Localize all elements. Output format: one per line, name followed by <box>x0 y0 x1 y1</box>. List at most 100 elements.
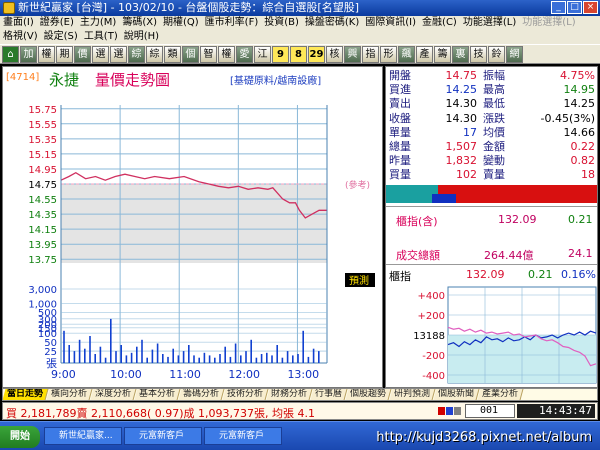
analysis-tab-bar: 當日走勢 橫向分析 深度分析 基本分析 籌碼分析 技術分析 財務分析 行事曆 個股趨勢 研判預測個… <box>2 388 598 401</box>
menu-item-row1-9[interactable]: 金融(C) <box>422 17 457 28</box>
toolbar-button-15[interactable]: 9 <box>272 45 289 63</box>
toolbar-button-21[interactable]: 形 <box>380 45 397 63</box>
toolbar-button-24[interactable]: 籌 <box>434 45 451 63</box>
menu-item-row1-11: 功能選擇(L) <box>522 17 576 28</box>
menu-item-row1-6[interactable]: 投資(B) <box>264 17 299 28</box>
toolbar-button-8[interactable]: 綜 <box>146 45 163 63</box>
quote-label-6: 昨量 <box>389 154 411 168</box>
mid-bar <box>432 194 456 203</box>
toolbar-button-0[interactable]: ⌂ <box>2 45 19 63</box>
toolbar-button-18[interactable]: 核 <box>326 45 343 63</box>
toolbar-button-6[interactable]: 選 <box>110 45 127 63</box>
toolbar-button-27[interactable]: 鈴 <box>488 45 505 63</box>
quote-panel: 開盤 14.75 振幅 4.75% 買進 14.25 最高 14.95 賣出 14.30 最低 14.… <box>385 66 598 388</box>
tab-label-8: 個股趨勢 <box>350 389 387 399</box>
mini-index-pct: 0.16% <box>561 268 596 281</box>
quote-label-4: 單量 <box>389 125 411 139</box>
tab-label-5: 技術分析 <box>227 389 264 399</box>
toolbar-button-3[interactable]: 期 <box>56 45 73 63</box>
turnover-value: 264.44億 <box>484 249 534 262</box>
price-tick-1: 15.55 <box>28 120 57 131</box>
toolbar-button-5[interactable]: 選 <box>92 45 109 63</box>
menu-item-row1-5[interactable]: 匯市利率(F) <box>205 17 259 28</box>
start-button[interactable]: 開始 <box>0 426 40 448</box>
quote-table: 開盤 14.75 振幅 4.75% 買進 14.25 最高 14.95 賣出 14.30 最低 14.… <box>386 69 597 183</box>
toolbar-button-11[interactable]: 智 <box>200 45 217 63</box>
quote-value2-4: 14.66 <box>563 125 596 139</box>
toolbar-button-26[interactable]: 技 <box>470 45 487 63</box>
tab-5[interactable]: 技術分析 <box>222 389 269 400</box>
menu-item-row1-3[interactable]: 籌碼(X) <box>122 17 157 28</box>
tab-9[interactable]: 研判預測 <box>389 389 436 400</box>
quote-label-2: 賣出 <box>389 97 411 111</box>
tab-label-10: 個股新聞 <box>438 389 475 399</box>
quote-value2-1: 14.95 <box>563 83 596 97</box>
tab-8[interactable]: 個股趨勢 <box>345 389 392 400</box>
market-summary-text: 買 2,181,789賣 2,110,668( 0.97)成 1,093,737… <box>6 407 315 420</box>
menu-item-row2-3[interactable]: 說明(H) <box>124 31 159 42</box>
windows-taskbar: 開始 新世紀贏家... 元富新客戶 元富新客戶 http://kujd3268.… <box>0 421 600 450</box>
quote-value-0: 14.75 <box>445 69 478 82</box>
toolbar-button-19[interactable]: 興 <box>344 45 361 63</box>
toolbar-button-2[interactable]: 權 <box>38 45 55 63</box>
tab-1[interactable]: 橫向分析 <box>46 389 93 400</box>
price-tick-3: 15.15 <box>28 150 57 161</box>
page-number-field[interactable]: 001 <box>465 404 515 418</box>
quote-row-1: 買進 14.25 最高 14.95 <box>386 83 597 97</box>
menu-item-row1-0[interactable]: 畫面(I) <box>3 17 34 28</box>
close-button[interactable]: × <box>583 1 598 14</box>
quote-label2-4: 均價 <box>483 125 505 139</box>
menu-item-row2-1[interactable]: 設定(S) <box>44 31 78 42</box>
menu-item-row1-2[interactable]: 主力(M) <box>80 17 116 28</box>
quote-row-5: 總量 1,507 金額 0.22 <box>386 139 597 154</box>
x-tick-1: 10:00 <box>110 368 142 381</box>
tab-10[interactable]: 個股新聞 <box>433 389 480 400</box>
minimize-button[interactable]: _ <box>551 1 566 14</box>
maximize-button[interactable]: □ <box>567 1 582 14</box>
taskbar-item-3[interactable]: 元富新客戶 <box>204 427 282 445</box>
tab-label-1: 橫向分析 <box>51 389 88 399</box>
toolbar-button-4[interactable]: 價 <box>74 45 91 63</box>
menu-item-row2-2[interactable]: 工具(T) <box>84 31 118 42</box>
tab-2[interactable]: 深度分析 <box>90 389 137 400</box>
quote-value2-3: -0.45(3%) <box>540 111 596 125</box>
quote-value2-6: 0.82 <box>570 154 596 168</box>
menu-item-row1-1[interactable]: 證券(E) <box>40 17 74 28</box>
toolbar-button-9[interactable]: 類 <box>164 45 181 63</box>
toolbar-button-10[interactable]: 個 <box>182 45 199 63</box>
toolbar-button-23[interactable]: 產 <box>416 45 433 63</box>
tab-6[interactable]: 財務分析 <box>266 389 313 400</box>
toolbar-button-25[interactable]: 裏 <box>452 45 469 63</box>
toolbar-button-7[interactable]: 綜 <box>128 45 145 63</box>
prediction-button[interactable]: 預測 <box>349 274 369 287</box>
quote-label2-0: 振幅 <box>483 69 505 82</box>
menu-item-row1-4[interactable]: 期權(Q) <box>163 17 199 28</box>
menu-item-row1-8[interactable]: 國際資訊(I) <box>365 17 416 28</box>
menu-bar: 畫面(I) 證券(E) 主力(M) 籌碼(X) 期權(Q) 匯市利率(F) 投資(B) 操盤密… <box>0 16 600 44</box>
toolbar-button-13[interactable]: 愛 <box>236 45 253 63</box>
tab-4[interactable]: 籌碼分析 <box>178 389 225 400</box>
quote-value-5: 1,507 <box>445 139 478 153</box>
volume-unit: 張 <box>46 357 57 370</box>
menu-item-row1-7[interactable]: 操盤密碼(K) <box>305 17 359 28</box>
toolbar-button-17[interactable]: 29 <box>308 45 325 63</box>
tab-0[interactable]: 當日走勢 <box>3 389 49 400</box>
toolbar-button-20[interactable]: 指 <box>362 45 379 63</box>
toolbar-button-16[interactable]: 8 <box>290 45 307 63</box>
taskbar-item-2[interactable]: 元富新客戶 <box>124 427 202 445</box>
toolbar-button-14[interactable]: 江 <box>254 45 271 63</box>
toolbar-button-12[interactable]: 權 <box>218 45 235 63</box>
tab-11[interactable]: 產業分析 <box>477 389 524 400</box>
toolbar-button-1[interactable]: 加 <box>20 45 37 63</box>
taskbar-item-1[interactable]: 新世紀贏家... <box>44 427 122 445</box>
menu-item-row2-0[interactable]: 格視(V) <box>3 31 38 42</box>
price-volume-chart[interactable]: 9:00 10:00 11:00 12:00 13:0015.7515.5515.351… <box>3 67 384 389</box>
tab-7[interactable]: 行事曆 <box>310 389 348 400</box>
toolbar-button-22[interactable]: 飆 <box>398 45 415 63</box>
mini-index-label: 櫃指 <box>389 270 411 283</box>
menu-item-row1-10[interactable]: 功能選擇(L) <box>463 17 516 28</box>
otc-index-change: 0.21 <box>568 213 593 226</box>
mini-index-chart[interactable]: +400 +200 13188 -200 -400 <box>386 283 598 388</box>
toolbar-button-28[interactable]: 網 <box>506 45 523 63</box>
tab-3[interactable]: 基本分析 <box>134 389 181 400</box>
